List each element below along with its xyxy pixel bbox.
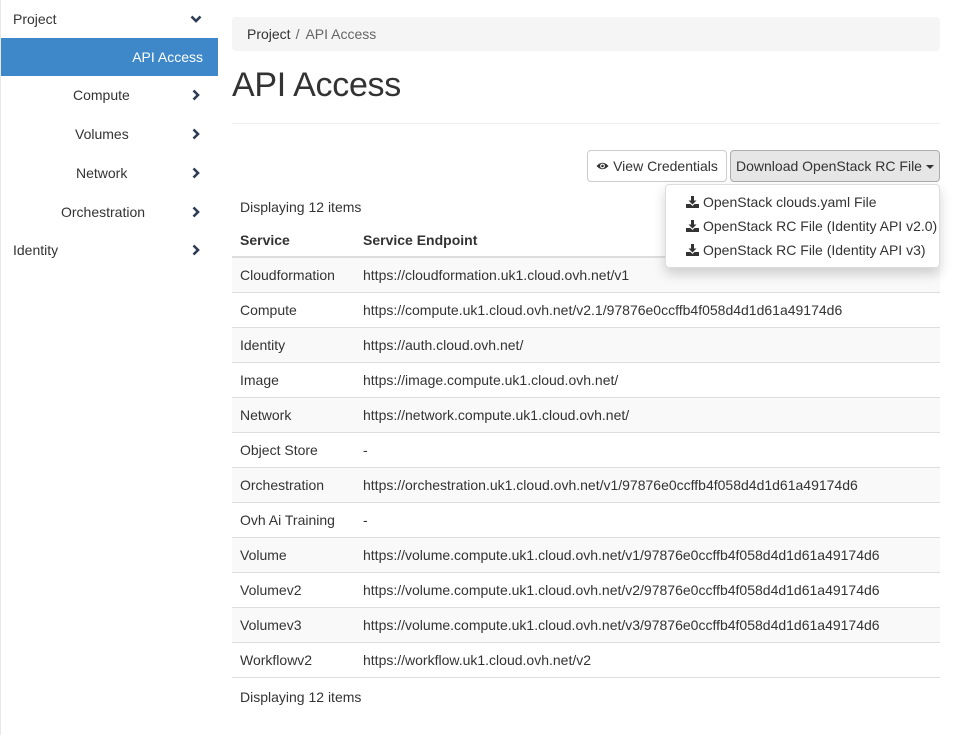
cell-service: Image	[240, 372, 279, 388]
page-title: API Access	[232, 66, 401, 104]
cell-endpoint: https://auth.cloud.ovh.net/	[363, 337, 524, 353]
sidebar: Project API Access Compute Volumes Netwo…	[0, 0, 218, 735]
table-row: Compute https://compute.uk1.cloud.ovh.ne…	[232, 293, 940, 328]
eye-icon	[596, 162, 609, 170]
cell-service: Cloudformation	[240, 267, 335, 283]
cell-endpoint: -	[363, 442, 368, 458]
table-row: Ovh Ai Training -	[232, 503, 940, 538]
sidebar-item-compute[interactable]: Compute	[1, 76, 218, 114]
sidebar-item-label: Identity	[13, 242, 59, 258]
cell-service: Compute	[240, 302, 297, 318]
title-divider	[232, 123, 940, 124]
cell-endpoint: https://compute.uk1.cloud.ovh.net/v2.1/9…	[363, 302, 843, 318]
table-row: Workflowv2 https://workflow.uk1.cloud.ov…	[232, 643, 940, 678]
table-row: Network https://network.compute.uk1.clou…	[232, 398, 940, 433]
sidebar-item-label: Orchestration	[61, 204, 146, 220]
dropdown-item-label: OpenStack RC File (Identity API v2.0)	[703, 218, 938, 234]
sidebar-item-volumes[interactable]: Volumes	[1, 115, 218, 153]
sidebar-item-api-access[interactable]: API Access	[1, 38, 218, 76]
table-row: Volume https://volume.compute.uk1.cloud.…	[232, 538, 940, 573]
chevron-right-icon	[192, 244, 200, 256]
sidebar-item-label: Volumes	[75, 126, 129, 142]
endpoints-table: Service Service Endpoint Cloudformation …	[232, 223, 940, 678]
breadcrumb-project-link[interactable]: Project	[247, 26, 291, 42]
cell-endpoint: https://orchestration.uk1.cloud.ovh.net/…	[363, 477, 858, 493]
cell-endpoint: https://volume.compute.uk1.cloud.ovh.net…	[363, 617, 880, 633]
item-count-top: Displaying 12 items	[240, 199, 362, 215]
cell-service: Volume	[240, 547, 287, 563]
table-row: Object Store -	[232, 433, 940, 468]
table-row: Image https://image.compute.uk1.cloud.ov…	[232, 363, 940, 398]
table-row: Identity https://auth.cloud.ovh.net/	[232, 328, 940, 363]
breadcrumb-separator: /	[295, 26, 300, 42]
cell-endpoint: https://image.compute.uk1.cloud.ovh.net/	[363, 372, 619, 388]
cell-endpoint: https://volume.compute.uk1.cloud.ovh.net…	[363, 547, 880, 563]
cell-service: Identity	[240, 337, 286, 353]
sidebar-item-label: API Access	[132, 49, 203, 65]
cell-service: Object Store	[240, 442, 318, 458]
caret-down-icon	[925, 165, 934, 169]
view-credentials-label: View Credentials	[613, 158, 718, 174]
sidebar-item-label: Compute	[73, 87, 130, 103]
breadcrumb-current: API Access	[305, 26, 377, 42]
chevron-right-icon	[192, 89, 200, 101]
download-icon	[686, 220, 699, 232]
download-dropdown-menu: OpenStack clouds.yaml File OpenStack RC …	[665, 184, 940, 268]
cell-service: Ovh Ai Training	[240, 512, 335, 528]
cell-service: Workflowv2	[240, 652, 313, 668]
download-icon	[686, 244, 699, 256]
download-rc-dropdown-button[interactable]: Download OpenStack RC File	[730, 150, 940, 182]
sidebar-item-label: Network	[76, 165, 128, 181]
download-icon	[686, 196, 699, 208]
table-row: Orchestration https://orchestration.uk1.…	[232, 468, 940, 503]
sidebar-item-identity[interactable]: Identity	[1, 231, 218, 269]
cell-service: Volumev2	[240, 582, 302, 598]
table-row: Volumev3 https://volume.compute.uk1.clou…	[232, 608, 940, 643]
cell-endpoint: -	[363, 512, 368, 528]
view-credentials-button[interactable]: View Credentials	[587, 150, 727, 182]
breadcrumb: Project / API Access	[232, 17, 940, 51]
chevron-down-icon	[190, 15, 202, 23]
sidebar-item-label: Project	[13, 11, 57, 27]
cell-service: Orchestration	[240, 477, 325, 493]
chevron-right-icon	[192, 206, 200, 218]
chevron-right-icon	[192, 128, 200, 140]
sidebar-item-project[interactable]: Project	[1, 0, 218, 38]
cell-service: Network	[240, 407, 292, 423]
cell-endpoint: https://network.compute.uk1.cloud.ovh.ne…	[363, 407, 630, 423]
sidebar-item-orchestration[interactable]: Orchestration	[1, 193, 218, 231]
dropdown-item-label: OpenStack RC File (Identity API v3)	[703, 242, 926, 258]
sidebar-item-network[interactable]: Network	[1, 154, 218, 192]
table-row: Volumev2 https://volume.compute.uk1.clou…	[232, 573, 940, 608]
item-count-bottom: Displaying 12 items	[240, 689, 362, 705]
cell-endpoint: https://workflow.uk1.cloud.ovh.net/v2	[363, 652, 592, 668]
dropdown-item-rc-v3[interactable]: OpenStack RC File (Identity API v3)	[666, 238, 939, 262]
dropdown-item-label: OpenStack clouds.yaml File	[703, 194, 877, 210]
dropdown-item-rc-v2[interactable]: OpenStack RC File (Identity API v2.0)	[666, 214, 939, 238]
chevron-right-icon	[192, 167, 200, 179]
cell-service: Volumev3	[240, 617, 302, 633]
dropdown-item-clouds-yaml[interactable]: OpenStack clouds.yaml File	[666, 190, 939, 214]
column-header-service[interactable]: Service	[232, 232, 363, 248]
cell-endpoint: https://volume.compute.uk1.cloud.ovh.net…	[363, 582, 880, 598]
cell-endpoint: https://cloudformation.uk1.cloud.ovh.net…	[363, 267, 630, 283]
download-rc-label: Download OpenStack RC File	[736, 158, 922, 174]
